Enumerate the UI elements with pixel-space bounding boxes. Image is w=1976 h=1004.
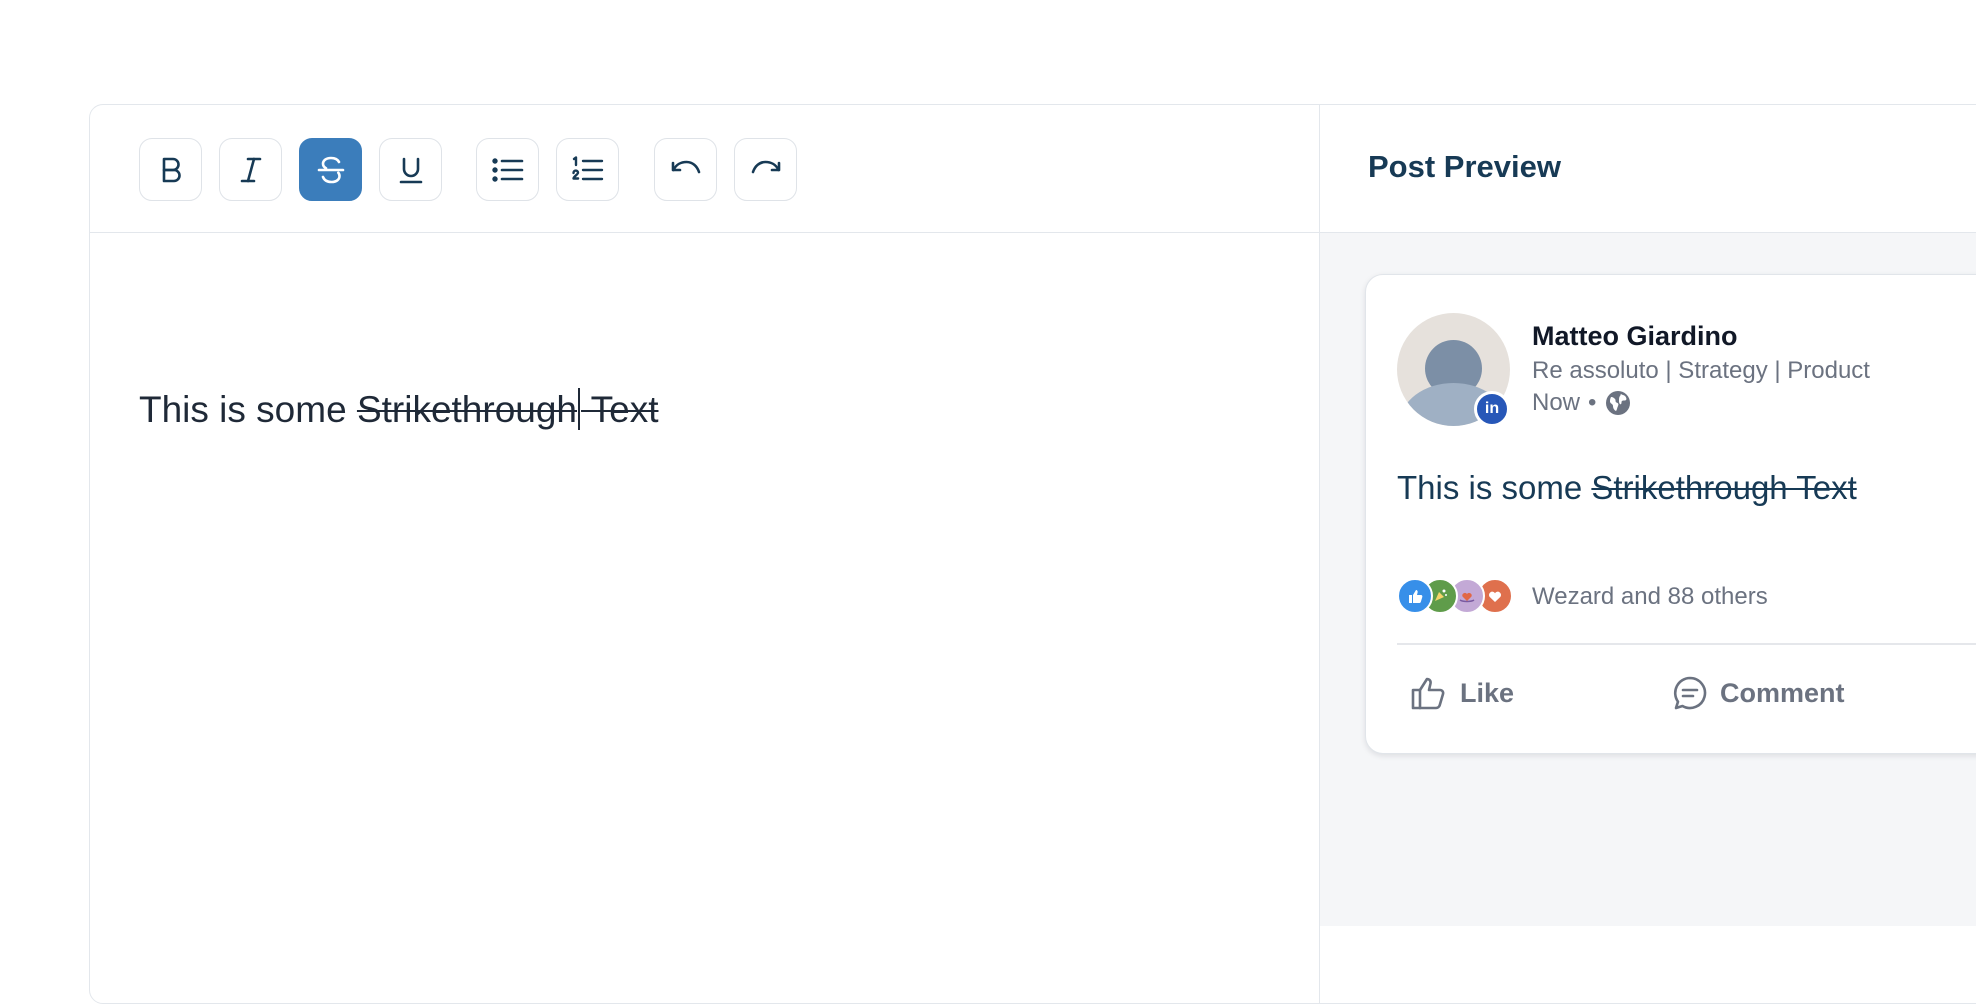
meta-separator: • [1588, 389, 1597, 416]
numbered-list-button[interactable] [556, 138, 619, 201]
editor-plain-text: This is some [139, 389, 357, 430]
reactions-summary[interactable]: Wezard and 88 others [1532, 583, 1768, 611]
preview-header: Post Preview [1320, 105, 1976, 233]
author-headline: Re assoluto | Strategy | Product [1532, 357, 1870, 384]
undo-icon [671, 160, 700, 173]
reaction-icons[interactable] [1397, 578, 1527, 616]
bullet-list-icon [491, 157, 523, 182]
editor-content[interactable]: This is some Strikethrough Text [139, 388, 658, 432]
card-divider [1397, 643, 1976, 645]
like-icon-outline [1411, 677, 1445, 710]
preview-title: Post Preview [1368, 149, 1561, 184]
comment-button[interactable]: Comment [1672, 675, 1845, 711]
bullet-list-button[interactable] [476, 138, 539, 201]
italic-icon [240, 157, 261, 182]
italic-button[interactable] [219, 138, 282, 201]
like-button[interactable]: Like [1410, 675, 1514, 711]
redo-icon [751, 160, 780, 173]
editor-strike-text-part2: Text [581, 389, 659, 430]
underline-icon [399, 157, 422, 183]
formatting-toolbar [90, 105, 1319, 233]
strikethrough-icon [317, 156, 344, 183]
post-meta: Now • [1532, 389, 1632, 417]
bold-button[interactable] [139, 138, 202, 201]
post-plain-text: This is some [1397, 469, 1592, 506]
strikethrough-button[interactable] [299, 138, 362, 201]
bold-icon [162, 157, 181, 182]
text-cursor [578, 388, 581, 430]
post-time: Now [1532, 389, 1581, 416]
like-label: Like [1460, 677, 1515, 708]
post-text: This is some Strikethrough Text [1397, 469, 1857, 507]
numbered-list-icon [571, 155, 603, 180]
undo-button[interactable] [654, 138, 717, 201]
editor-pane: This is some Strikethrough Text [90, 105, 1319, 1003]
author-name: Matteo Giardino [1532, 321, 1738, 351]
editor-strike-text-part1: Strikethrough [356, 389, 578, 430]
comment-icon [1673, 676, 1707, 710]
globe-icon [1606, 391, 1631, 415]
comment-label: Comment [1720, 677, 1845, 708]
post-strike-text: Strikethrough Text [1591, 469, 1857, 506]
underline-button[interactable] [379, 138, 442, 201]
redo-button[interactable] [734, 138, 797, 201]
like-icon [1397, 578, 1433, 614]
linkedin-badge-icon: in [1474, 391, 1510, 427]
post-card: in Matteo Giardino Re assoluto | Strateg… [1365, 274, 1976, 754]
